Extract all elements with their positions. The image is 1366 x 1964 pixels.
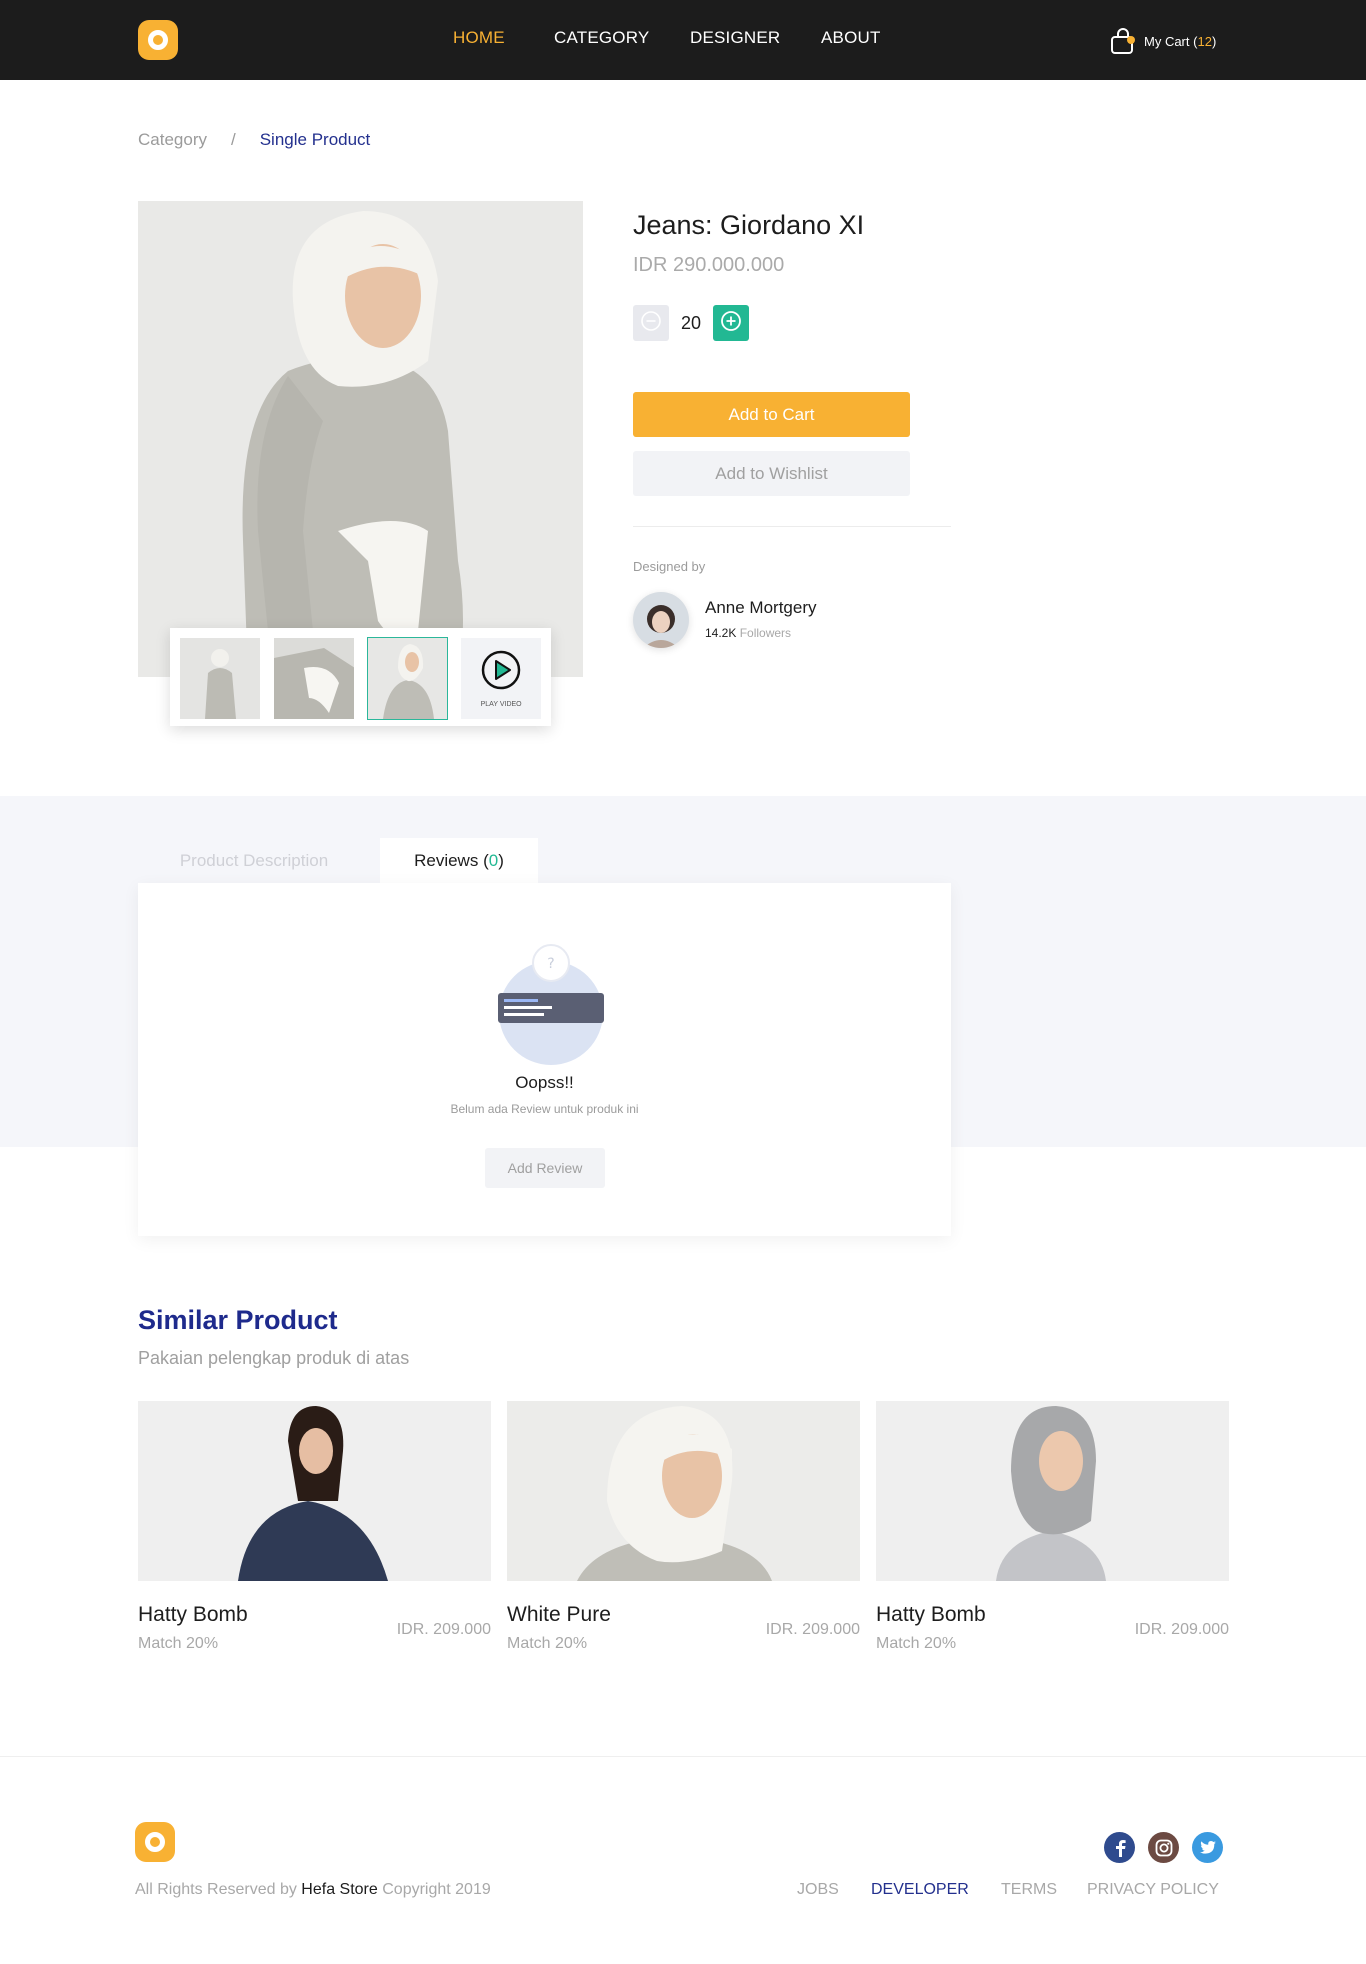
quantity-decrease-button[interactable] [633, 305, 669, 341]
cart-link[interactable]: My Cart (12) [1110, 26, 1216, 56]
similar-product-name[interactable]: Hatty Bomb [138, 1603, 248, 1627]
play-icon [481, 650, 521, 695]
breadcrumb-current: Single Product [259, 130, 371, 149]
similar-product-price: IDR. 209.000 [1134, 1621, 1229, 1638]
question-icon: ? [547, 956, 554, 972]
quantity-stepper: 20 [633, 305, 749, 341]
product-price: IDR 290.000.000 [633, 254, 785, 276]
similar-product-image[interactable] [138, 1401, 491, 1581]
cart-label: My Cart (12) [1144, 33, 1217, 49]
plus-circle-icon [720, 310, 742, 337]
play-video-thumbnail[interactable]: PLAY VIDEO [461, 638, 541, 719]
add-to-cart-button[interactable]: Add to Cart [633, 392, 910, 437]
similar-product-match: Match 20% [138, 1635, 219, 1652]
nav-home[interactable]: HOME [453, 28, 505, 48]
add-to-wishlist-button[interactable]: Add to Wishlist [633, 451, 910, 496]
similar-product-price: IDR. 209.000 [765, 1621, 860, 1638]
reviews-count: 0 [488, 850, 499, 870]
product-main-image [138, 201, 583, 677]
add-review-button[interactable]: Add Review [485, 1148, 605, 1188]
cart-count: 12 [1197, 33, 1212, 49]
facebook-icon[interactable] [1104, 1832, 1135, 1863]
breadcrumb-category[interactable]: Category [138, 130, 207, 150]
cart-bag-icon [1110, 26, 1136, 56]
similar-product-name[interactable]: Hatty Bomb [876, 1603, 986, 1627]
designer-avatar[interactable] [633, 592, 689, 648]
nav-designer[interactable]: DESIGNER [690, 28, 780, 48]
similar-product-card[interactable]: Hatty Bomb Match 20% IDR. 209.000 [876, 1401, 1229, 1661]
breadcrumb: Category / Single Product [138, 130, 370, 150]
similar-product-card[interactable]: White Pure Match 20% IDR. 209.000 [507, 1401, 860, 1661]
instagram-icon[interactable] [1148, 1832, 1179, 1863]
similar-product-name[interactable]: White Pure [507, 1603, 611, 1627]
breadcrumb-separator: / [230, 130, 236, 149]
footer-link-privacy-policy[interactable]: PRIVACY POLICY [1087, 1881, 1219, 1899]
footer-divider [0, 1756, 1366, 1757]
nav-about[interactable]: ABOUT [821, 28, 881, 48]
thumbnail-2[interactable] [273, 638, 354, 719]
thumbnail-3[interactable] [366, 637, 449, 720]
thumbnail-1[interactable] [180, 638, 260, 719]
nav-category[interactable]: CATEGORY [554, 28, 649, 48]
similar-product-card[interactable]: Hatty Bomb Match 20% IDR. 209.000 [138, 1401, 491, 1661]
designer-name[interactable]: Anne Mortgery [705, 598, 817, 618]
copyright: All Rights Reserved by Hefa Store Copyri… [135, 1881, 491, 1898]
empty-review-illustration: ? [488, 943, 614, 1069]
similar-product-image[interactable] [507, 1401, 860, 1581]
thumbnail-strip: PLAY VIDEO [170, 628, 551, 726]
similar-product-match: Match 20% [876, 1635, 957, 1652]
quantity-value[interactable]: 20 [669, 313, 713, 334]
empty-review-text: Belum ada Review untuk produk ini [450, 1102, 639, 1116]
footer-link-developer[interactable]: DEVELOPER [871, 1881, 969, 1899]
empty-review-title: Oopss!! [515, 1073, 574, 1092]
quantity-increase-button[interactable] [713, 305, 749, 341]
similar-product-title: Similar Product [138, 1305, 338, 1335]
play-video-label: PLAY VIDEO [480, 700, 522, 708]
minus-circle-icon [640, 310, 662, 337]
tab-product-description[interactable]: Product Description [138, 838, 370, 883]
reviews-panel: ? Oopss!! Belum ada Review untuk produk … [138, 883, 951, 1236]
tab-reviews[interactable]: Reviews (0) [380, 838, 538, 883]
footer-link-terms[interactable]: TERMS [1001, 1881, 1057, 1899]
top-navbar: HOME CATEGORY DESIGNER ABOUT My Cart (12… [0, 0, 1366, 80]
similar-product-image[interactable] [876, 1401, 1229, 1581]
store-name: Hefa Store [301, 1881, 378, 1898]
logo-icon[interactable] [135, 1822, 175, 1862]
similar-product-subtitle: Pakaian pelengkap produk di atas [138, 1348, 410, 1368]
product-title: Jeans: Giordano XI [633, 210, 865, 240]
similar-product-match: Match 20% [507, 1635, 588, 1652]
divider [633, 526, 951, 527]
similar-product-price: IDR. 209.000 [396, 1621, 491, 1638]
designed-by-label: Designed by [633, 559, 706, 574]
footer-link-jobs[interactable]: JOBS [797, 1881, 839, 1899]
designer-followers: 14.2K Followers [705, 626, 792, 640]
twitter-icon[interactable] [1192, 1832, 1223, 1863]
